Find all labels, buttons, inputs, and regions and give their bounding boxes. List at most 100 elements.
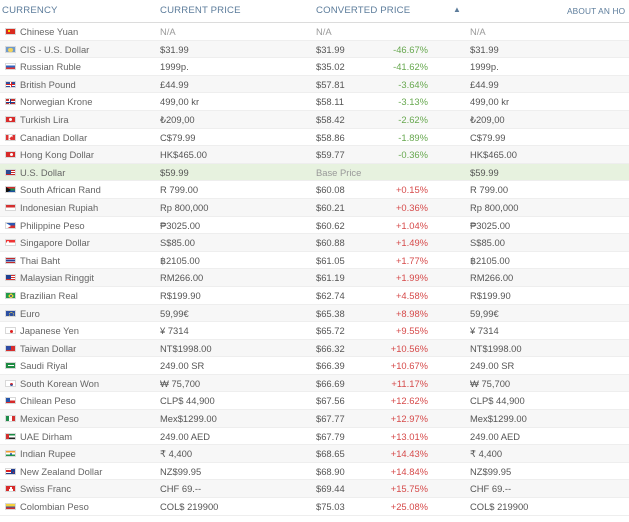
table-row: Swiss Franc CHF 69.-- $69.44 +15.75% CHF… — [0, 480, 629, 499]
switzerland-flag-icon — [5, 485, 16, 493]
repeated-price: RM266.00 — [470, 272, 514, 284]
repeated-price: R 799.00 — [470, 184, 509, 196]
current-price: HK$465.00 — [160, 149, 207, 161]
table-row: South Korean Won ₩ 75,700 $66.69 +11.17%… — [0, 374, 629, 393]
table-row: British Pound £44.99 $57.81 -3.64% £44.9… — [0, 75, 629, 94]
currency-name: Chinese Yuan — [20, 26, 79, 37]
singapore-flag-icon — [5, 239, 16, 247]
price-change: +0.36% — [395, 201, 428, 213]
currency-name: New Zealand Dollar — [20, 465, 103, 477]
currency-name: Swiss Franc — [20, 483, 72, 495]
south-korea-flag-icon — [5, 379, 16, 387]
column-header-current-price[interactable]: CURRENT PRICE — [160, 5, 241, 17]
price-change: +25.08% — [390, 501, 428, 513]
hong-kong-flag-icon — [5, 151, 16, 159]
current-price: $59.99 — [160, 166, 189, 178]
current-price: 499,00 kr — [160, 96, 200, 108]
eu-flag-icon — [5, 309, 16, 317]
currency-name: Canadian Dollar — [20, 131, 88, 143]
south-africa-flag-icon — [5, 186, 16, 194]
price-change: -3.13% — [398, 96, 428, 108]
price-change — [380, 23, 428, 40]
table-row: Malaysian Ringgit RM266.00 $61.19 +1.99%… — [0, 269, 629, 287]
current-price: ₩ 75,700 — [160, 377, 201, 389]
converted-price: $66.69 — [316, 377, 345, 389]
current-price: ₹ 4,400 — [160, 448, 193, 460]
currency-name: Japanese Yen — [20, 325, 79, 337]
converted-price: $58.86 — [316, 131, 345, 143]
uk-flag-icon — [5, 80, 16, 88]
table-row: Russian Ruble 1999p. $35.02 -41.62% 1999… — [0, 58, 629, 76]
norway-flag-icon — [5, 98, 16, 106]
converted-price: $58.11 — [316, 96, 344, 108]
converted-price: $66.39 — [316, 360, 345, 372]
repeated-price: 1999p. — [470, 61, 499, 73]
turkey-flag-icon — [5, 115, 16, 123]
column-header-about[interactable]: ABOUT AN HO — [567, 5, 625, 17]
currency-name: Thai Baht — [20, 254, 61, 266]
table-row: New Zealand Dollar NZ$99.95 $68.90 +14.8… — [0, 462, 629, 481]
price-change: -3.64% — [398, 78, 428, 90]
current-price: S$85.00 — [160, 237, 195, 249]
currency-name: Indonesian Rupiah — [20, 201, 99, 213]
sort-ascending-icon[interactable]: ▲ — [453, 4, 461, 16]
repeated-price: S$85.00 — [470, 237, 505, 249]
currency-name: South Korean Won — [20, 377, 100, 389]
converted-price: $68.65 — [316, 448, 345, 460]
repeated-price: ฿2105.00 — [470, 254, 510, 266]
canada-flag-icon — [5, 133, 16, 141]
repeated-price: COL$ 219900 — [470, 501, 529, 513]
converted-price: $67.79 — [316, 430, 345, 442]
currency-name: Russian Ruble — [20, 61, 81, 73]
price-change: +12.97% — [390, 413, 428, 425]
uae-flag-icon — [5, 432, 16, 440]
repeated-price: HK$465.00 — [470, 149, 517, 161]
usa-flag-icon — [5, 168, 16, 176]
currency-name: Brazilian Real — [20, 289, 78, 301]
table-header: CURRENCY CURRENT PRICE CONVERTED PRICE ▲… — [0, 0, 629, 23]
currency-name: South African Rand — [20, 184, 101, 196]
table-row: South African Rand R 799.00 $60.08 +0.15… — [0, 181, 629, 199]
column-header-currency[interactable]: CURRENCY — [2, 5, 58, 17]
current-price: Rp 800,000 — [160, 201, 209, 213]
converted-price: $35.02 — [316, 61, 345, 73]
repeated-price: NZ$99.95 — [470, 465, 512, 477]
repeated-price: R$199.90 — [470, 289, 511, 301]
price-change: -2.62% — [398, 113, 428, 125]
repeated-price: ₹ 4,400 — [470, 448, 503, 460]
current-price: 59,99€ — [160, 307, 189, 319]
current-price: R 799.00 — [160, 184, 199, 196]
currency-comparison-page: CURRENCY CURRENT PRICE CONVERTED PRICE ▲… — [0, 0, 629, 522]
converted-price: $60.08 — [316, 184, 345, 196]
current-price: 1999p. — [160, 61, 189, 73]
converted-price: $31.99 — [316, 43, 345, 55]
converted-price: N/A — [316, 26, 332, 37]
price-change: +4.58% — [395, 289, 428, 301]
table-row: Colombian Peso COL$ 219900 $75.03 +25.08… — [0, 498, 629, 516]
price-change: +9.55% — [395, 325, 428, 337]
repeated-price: 499,00 kr — [470, 96, 510, 108]
current-price: 249.00 SR — [160, 360, 205, 372]
current-price: ¥ 7314 — [160, 325, 189, 337]
current-price: NZ$99.95 — [160, 465, 202, 477]
price-change: +1.77% — [395, 254, 428, 266]
philippines-flag-icon — [5, 221, 16, 229]
repeated-price: CHF 69.-- — [470, 483, 512, 495]
current-price: Mex$1299.00 — [160, 413, 217, 425]
current-price: CHF 69.-- — [160, 483, 202, 495]
currency-name: Mexican Peso — [20, 413, 79, 425]
table-row: U.S. Dollar $59.99 Base Price $59.99 — [0, 163, 629, 182]
price-change: +14.43% — [390, 448, 428, 460]
current-price: 249.00 AED — [160, 430, 211, 442]
currency-table: Chinese Yuan N/A N/A N/A CIS - U.S. Doll… — [0, 23, 629, 516]
column-header-converted-price[interactable]: CONVERTED PRICE — [316, 5, 410, 17]
repeated-price: Rp 800,000 — [470, 201, 519, 213]
russia-flag-icon — [5, 63, 16, 71]
price-change: +12.62% — [390, 395, 428, 407]
repeated-price: N/A — [470, 26, 486, 37]
currency-name: Hong Kong Dollar — [20, 149, 95, 161]
table-row: Norwegian Krone 499,00 kr $58.11 -3.13% … — [0, 93, 629, 111]
table-row: Thai Baht ฿2105.00 $61.05 +1.77% ฿2105.0… — [0, 251, 629, 270]
price-change: +14.84% — [390, 465, 428, 477]
currency-name: Turkish Lira — [20, 113, 69, 125]
